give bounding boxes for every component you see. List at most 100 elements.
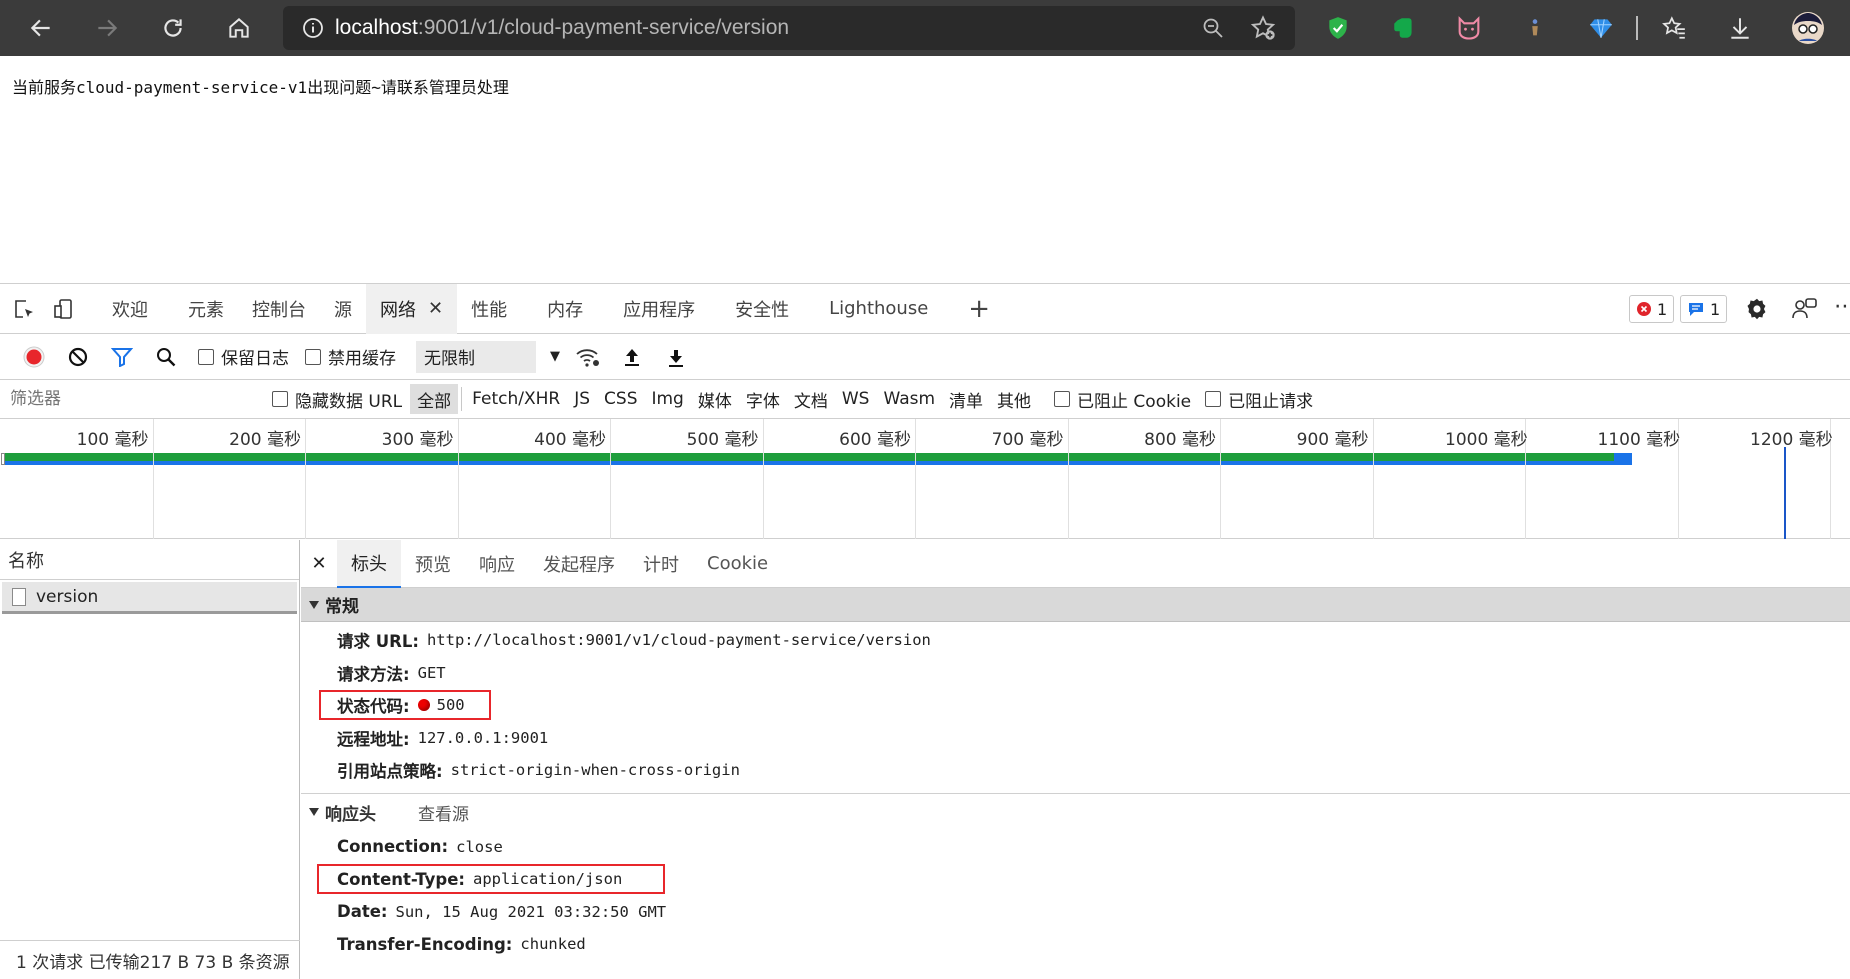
feedback-icon[interactable]: [1790, 296, 1818, 327]
arrow-left-icon: [30, 19, 50, 37]
home-button[interactable]: [214, 0, 264, 56]
message-icon: [1689, 303, 1703, 316]
timeline-gridline: [915, 419, 916, 539]
filter-input[interactable]: [2, 384, 252, 414]
tab-application[interactable]: 应用程序: [609, 284, 709, 334]
network-overview-timeline[interactable]: 100 毫秒 200 毫秒 300 毫秒 400 毫秒 500 毫秒 600 毫秒 700 …: [0, 419, 1850, 539]
filter-type-wasm[interactable]: Wasm: [876, 384, 942, 414]
filter-type-img[interactable]: Img: [644, 384, 690, 414]
dropdown-arrow-icon[interactable]: ▼: [550, 349, 560, 364]
add-tab-icon[interactable]: +: [954, 284, 1004, 334]
figure-extension-icon[interactable]: [1513, 0, 1557, 56]
preserve-log-checkbox[interactable]: 保留日志: [198, 344, 289, 369]
forward-button[interactable]: [82, 0, 132, 56]
throttle-select[interactable]: 无限制: [416, 340, 536, 373]
search-button[interactable]: [144, 334, 188, 380]
tab-elements[interactable]: 元素: [174, 284, 238, 334]
network-conditions-button[interactable]: [566, 334, 610, 380]
device-emulation-icon[interactable]: [44, 284, 84, 334]
record-button[interactable]: [12, 334, 56, 380]
settings-gear-icon[interactable]: [1744, 296, 1770, 327]
response-headers-title: 响应头: [325, 804, 376, 825]
close-tab-icon[interactable]: ✕: [428, 298, 443, 319]
refresh-button[interactable]: [148, 0, 198, 56]
refresh-icon: [164, 19, 182, 37]
checkbox-box: [305, 348, 321, 365]
timeline-gridline: [762, 419, 764, 539]
error-message: 当前服务cloud-payment-service-v1出现问题~请联系管理员处…: [12, 78, 509, 97]
filter-type-fetch-xhr[interactable]: Fetch/XHR: [465, 384, 567, 414]
download-icon[interactable]: [1718, 0, 1762, 56]
tab-memory[interactable]: 内存: [533, 284, 597, 334]
filter-type-manifest[interactable]: 清单: [942, 384, 990, 414]
collapse-triangle-icon: [309, 600, 319, 609]
message-badge[interactable]: 1: [1680, 295, 1728, 323]
blocked-cookies-checkbox[interactable]: 已阻止 Cookie: [1054, 387, 1191, 412]
tab-network[interactable]: 网络 ✕: [366, 283, 458, 334]
error-badge[interactable]: 1: [1629, 295, 1675, 323]
tab-headers[interactable]: 标头: [337, 539, 401, 588]
filter-type-js[interactable]: JS: [567, 384, 597, 414]
address-bar[interactable]: localhost:9001/v1/cloud-payment-service/…: [283, 6, 1295, 50]
close-details-icon[interactable]: ✕: [301, 553, 337, 574]
timeline-tick-label: 100 毫秒: [76, 430, 149, 450]
filter-toggle-button[interactable]: [100, 334, 144, 380]
cat-extension-icon[interactable]: [1447, 0, 1491, 56]
evernote-extension-icon[interactable]: [1382, 0, 1426, 56]
header-value: Sun, 15 Aug 2021 03:32:50 GMT: [395, 902, 667, 921]
diamond-extension-icon[interactable]: [1579, 0, 1623, 56]
back-button[interactable]: [16, 0, 66, 56]
tab-sources[interactable]: 源: [320, 284, 366, 334]
tab-timing[interactable]: 计时: [629, 540, 693, 588]
profile-avatar[interactable]: [1786, 0, 1830, 56]
favorites-icon[interactable]: [1652, 0, 1696, 56]
preserve-log-label: 保留日志: [221, 349, 289, 369]
shield-extension-icon[interactable]: [1316, 0, 1360, 56]
favorite-add-icon[interactable]: [1249, 14, 1277, 47]
connection-row: Connection: close: [301, 831, 1850, 864]
tab-cookies[interactable]: Cookie: [693, 540, 782, 588]
highlight-box: [317, 864, 665, 894]
request-details-pane: ✕ 标头 预览 响应 发起程序 计时 Cookie 常规 请求 URL: htt…: [301, 539, 1850, 979]
tab-console[interactable]: 控制台: [238, 284, 320, 334]
general-section-header[interactable]: 常规: [301, 588, 1850, 622]
disable-cache-checkbox[interactable]: 禁用缓存: [305, 344, 396, 369]
response-headers-section-header[interactable]: 响应头 查看源: [301, 792, 1850, 831]
site-info-icon[interactable]: [291, 6, 335, 50]
inspect-element-icon[interactable]: [4, 284, 44, 334]
request-row[interactable]: version: [2, 582, 297, 614]
filter-type-font[interactable]: 字体: [739, 384, 787, 414]
header-value: chunked: [520, 935, 586, 954]
timeline-tick-label: 700 毫秒: [991, 430, 1064, 450]
message-count: 1: [1710, 299, 1721, 319]
view-source-link[interactable]: 查看源: [418, 800, 469, 825]
filter-type-css[interactable]: CSS: [597, 384, 644, 414]
filter-type-other[interactable]: 其他: [990, 384, 1038, 414]
error-icon: [1637, 302, 1651, 316]
tab-lighthouse[interactable]: Lighthouse: [815, 284, 942, 334]
hide-data-urls-checkbox[interactable]: 隐藏数据 URL: [272, 387, 402, 412]
clear-button[interactable]: [56, 334, 100, 380]
zoom-icon[interactable]: [1201, 16, 1225, 45]
import-har-button[interactable]: [610, 334, 654, 380]
export-har-button[interactable]: [654, 334, 698, 380]
tab-security[interactable]: 安全性: [721, 284, 803, 334]
blocked-requests-checkbox[interactable]: 已阻止请求: [1205, 387, 1313, 412]
details-tab-bar: ✕ 标头 预览 响应 发起程序 计时 Cookie: [301, 539, 1850, 588]
tab-performance[interactable]: 性能: [457, 284, 521, 334]
name-column-header[interactable]: 名称: [0, 540, 299, 580]
filter-type-ws[interactable]: WS: [835, 384, 877, 414]
header-value: GET: [417, 663, 446, 682]
filter-type-media[interactable]: 媒体: [691, 384, 739, 414]
header-key: Date:: [337, 902, 388, 922]
filter-type-all[interactable]: 全部: [410, 384, 459, 414]
filter-type-doc[interactable]: 文档: [787, 384, 835, 414]
tab-response[interactable]: 响应: [465, 540, 529, 588]
disable-cache-label: 禁用缓存: [328, 349, 396, 369]
more-options-icon[interactable]: ⋯: [1834, 294, 1850, 319]
network-lower-split: 名称 version 1 次请求 已传输217 B 73 B 条资源 ✕ 标头 …: [0, 539, 1850, 979]
blocked-cookies-label: 已阻止 Cookie: [1077, 391, 1192, 412]
tab-preview[interactable]: 预览: [401, 540, 465, 588]
tab-welcome[interactable]: 欢迎: [98, 284, 162, 334]
tab-initiator[interactable]: 发起程序: [529, 540, 629, 588]
